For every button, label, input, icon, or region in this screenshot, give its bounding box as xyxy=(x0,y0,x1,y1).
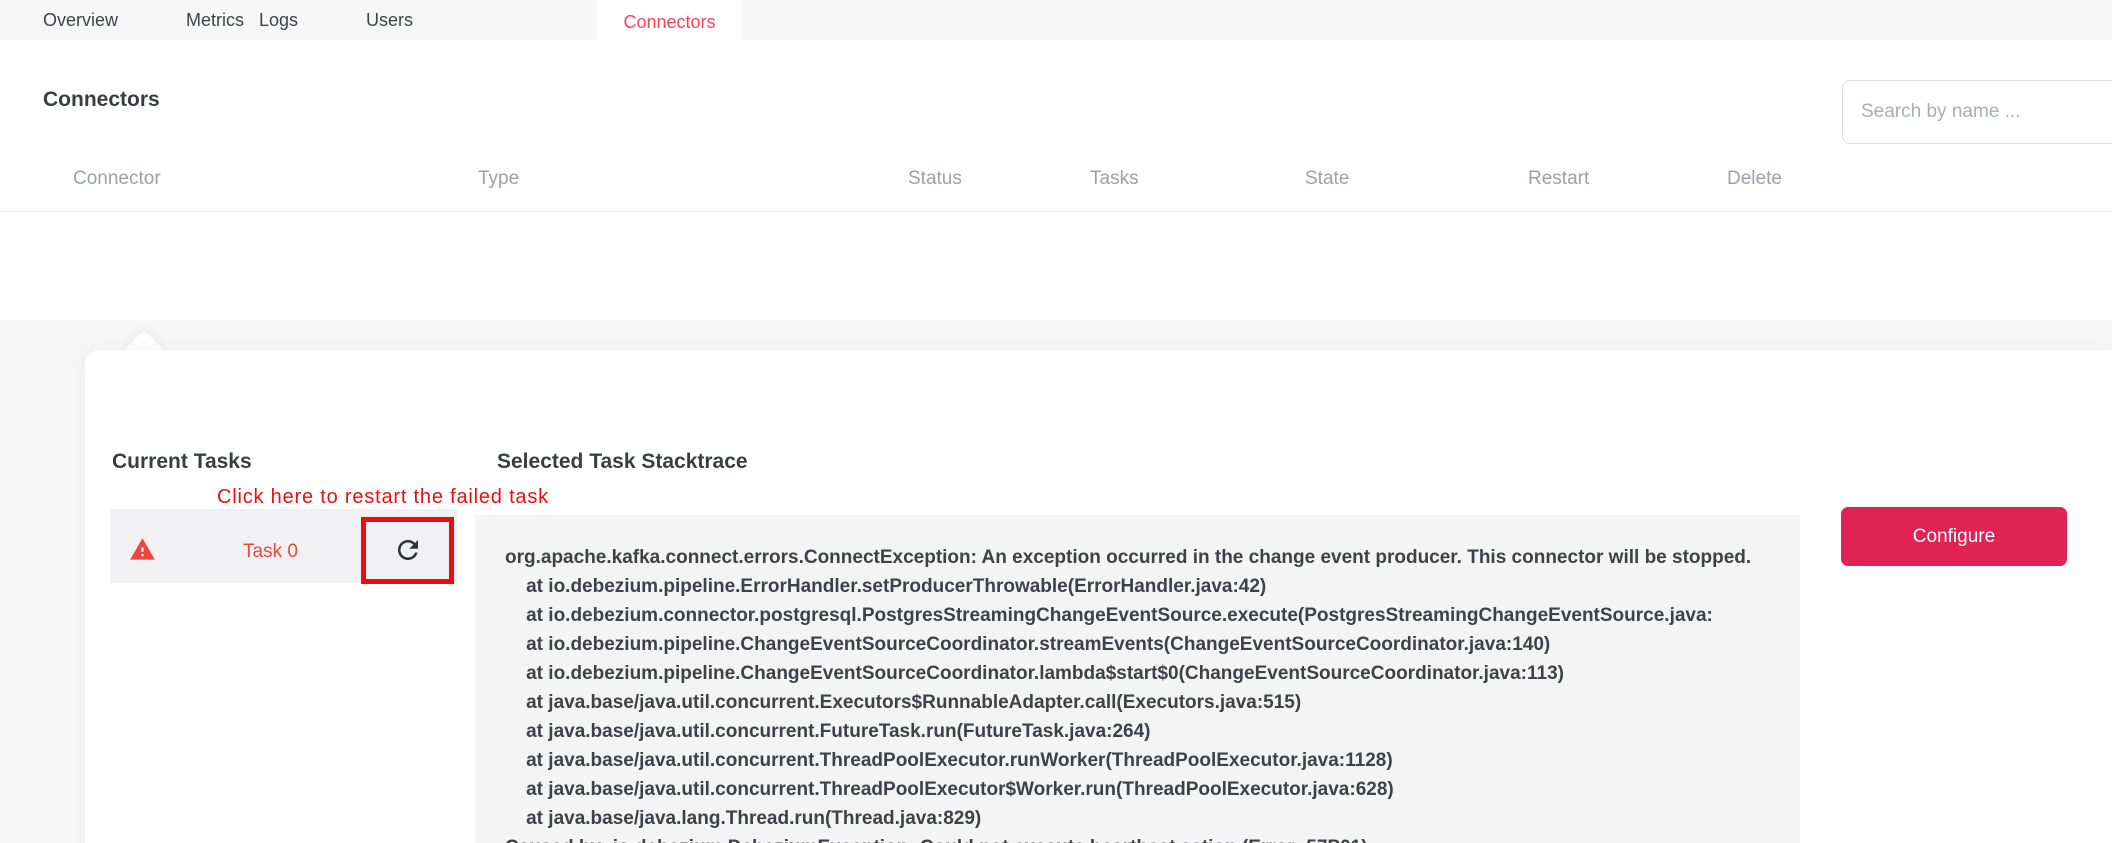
stacktrace-title: Selected Task Stacktrace xyxy=(497,450,748,474)
column-header-status: Status xyxy=(908,168,962,190)
column-header-connector: Connector xyxy=(73,168,161,190)
stacktrace-line: Caused by: io.debezium.DebeziumException… xyxy=(505,833,1800,843)
connect-ui-page: Overview Metrics Logs Users Connectors Conne… xyxy=(0,0,2112,843)
column-header-tasks: Tasks xyxy=(1090,168,1139,190)
tab-metrics[interactable]: Metrics xyxy=(186,0,244,40)
connector-row[interactable]: test-debezium Debezium - PostgreSQL Vers… xyxy=(0,212,2112,320)
current-tasks-title: Current Tasks xyxy=(112,450,252,474)
tab-logs[interactable]: Logs xyxy=(259,0,298,40)
top-tab-bar: OverviewMetricsLogsUsersConnectors xyxy=(0,0,2112,40)
stacktrace-line: at java.base/java.util.concurrent.Future… xyxy=(505,717,1800,746)
table-header-row: Connector Type Status Tasks State Restart Dele… xyxy=(0,150,2112,212)
stacktrace-line: at io.debezium.pipeline.ChangeEventSourc… xyxy=(505,630,1800,659)
restart-task-button[interactable] xyxy=(393,535,423,565)
stacktrace-line: at java.base/java.lang.Thread.run(Thread… xyxy=(505,804,1800,833)
stacktrace-panel: org.apache.kafka.connect.errors.ConnectE… xyxy=(475,515,1800,843)
tab-connectors[interactable]: Connectors xyxy=(597,0,742,48)
stacktrace-line: at io.debezium.connector.postgresql.Post… xyxy=(505,601,1800,630)
column-header-type: Type xyxy=(478,168,519,190)
column-header-state: State xyxy=(1305,168,1349,190)
tab-overview[interactable]: Overview xyxy=(43,0,118,40)
stacktrace-line: org.apache.kafka.connect.errors.ConnectE… xyxy=(505,543,1800,572)
stacktrace-line: at java.base/java.util.concurrent.Thread… xyxy=(505,746,1800,775)
annotation-restart-hint: Click here to restart the failed task xyxy=(217,486,549,509)
stacktrace-line: at io.debezium.pipeline.ErrorHandler.set… xyxy=(505,572,1800,601)
column-header-restart: Restart xyxy=(1528,168,1589,190)
stacktrace-line: at io.debezium.pipeline.ChangeEventSourc… xyxy=(505,659,1800,688)
configure-button[interactable]: Configure xyxy=(1841,507,2067,566)
search-input[interactable] xyxy=(1842,80,2112,144)
task-warning-icon xyxy=(129,536,156,563)
task-label: Task 0 xyxy=(243,541,298,563)
column-header-delete: Delete xyxy=(1727,168,1782,190)
page-title: Connectors xyxy=(43,88,160,112)
stacktrace-line: at java.base/java.util.concurrent.Execut… xyxy=(505,688,1800,717)
tab-users[interactable]: Users xyxy=(366,0,413,40)
stacktrace-line: at java.base/java.util.concurrent.Thread… xyxy=(505,775,1800,804)
